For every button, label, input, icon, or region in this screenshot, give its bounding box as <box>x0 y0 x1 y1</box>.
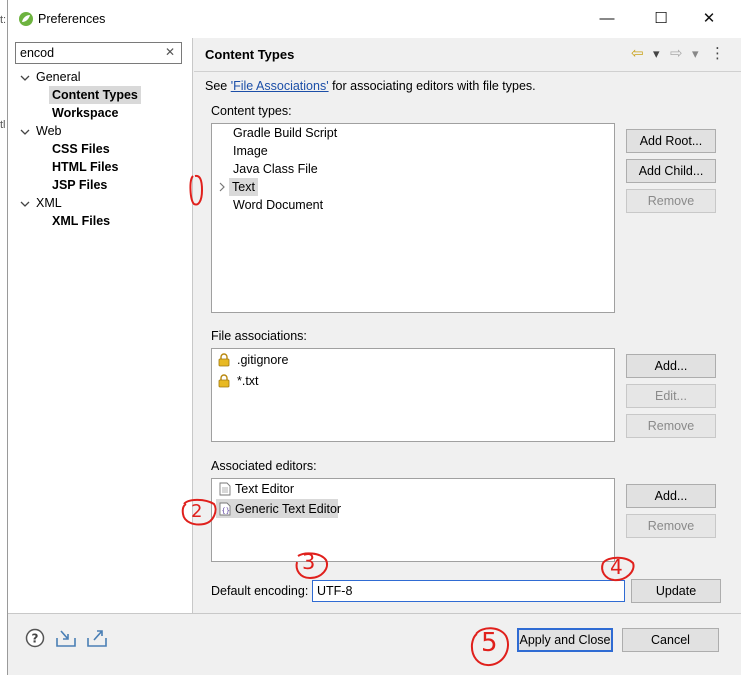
edit-association-button[interactable]: Edit... <box>626 384 716 408</box>
chevron-right-icon[interactable] <box>219 182 225 192</box>
default-encoding-label: Default encoding: <box>211 584 309 598</box>
preference-tree-pane: encod ✕ General Content Types Workspace … <box>8 38 193 613</box>
help-icon[interactable]: ? <box>25 628 45 648</box>
content-types-tree[interactable]: Gradle Build Script Image Java Class Fil… <box>211 123 615 313</box>
add-association-button[interactable]: Add... <box>626 354 716 378</box>
background-window-fragment: t: <box>0 14 7 26</box>
list-item[interactable]: .gitignore <box>237 351 288 369</box>
export-icon[interactable] <box>86 628 108 648</box>
background-window-fragment: tl <box>0 119 6 131</box>
clear-filter-icon[interactable]: ✕ <box>165 45 175 59</box>
view-menu-icon[interactable]: ⋮ <box>710 44 725 62</box>
description-suffix: for associating editors with file types. <box>328 79 536 93</box>
annotation-mark-3: 3 <box>302 550 316 574</box>
forward-arrow-icon[interactable]: ⇨ <box>670 44 683 62</box>
remove-association-button[interactable]: Remove <box>626 414 716 438</box>
apply-and-close-button[interactable]: Apply and Close <box>517 628 613 652</box>
page-description: See 'File Associations' for associating … <box>205 79 536 93</box>
list-item[interactable]: Image <box>233 142 268 160</box>
list-item[interactable]: *.txt <box>237 372 259 390</box>
spring-leaf-icon <box>19 12 33 26</box>
tree-item-web[interactable]: Web <box>36 122 61 140</box>
update-button[interactable]: Update <box>631 579 721 603</box>
remove-content-type-button[interactable]: Remove <box>626 189 716 213</box>
list-item-selected[interactable]: Text <box>229 178 258 196</box>
title-bar[interactable]: Preferences — ☐ ✕ <box>8 0 741 38</box>
chevron-down-icon[interactable] <box>20 200 30 208</box>
header-divider <box>194 71 741 72</box>
list-item[interactable]: Word Document <box>233 196 323 214</box>
tree-item-general[interactable]: General <box>36 68 80 86</box>
lock-icon <box>218 374 230 388</box>
add-root-button[interactable]: Add Root... <box>626 129 716 153</box>
chevron-down-icon[interactable] <box>20 128 30 136</box>
back-arrow-icon[interactable]: ⇦ <box>631 44 644 62</box>
file-associations-list[interactable]: .gitignore *.txt <box>211 348 615 442</box>
window-title: Preferences <box>38 12 106 26</box>
tree-item-html-files[interactable]: HTML Files <box>52 158 118 176</box>
annotation-mark-4: 4 <box>610 555 623 579</box>
close-button[interactable]: ✕ <box>694 8 724 30</box>
associated-editors-list[interactable]: Text Editor {} Generic Text Editor <box>211 478 615 562</box>
preferences-dialog: Preferences — ☐ ✕ encod ✕ General Conten… <box>7 0 741 675</box>
description-prefix: See <box>205 79 231 93</box>
forward-history-menu-icon[interactable]: ▾ <box>692 46 699 62</box>
tree-item-xml[interactable]: XML <box>36 194 62 212</box>
list-item-selected[interactable]: Generic Text Editor <box>235 500 341 518</box>
associated-editors-label: Associated editors: <box>211 459 317 473</box>
annotation-mark-5: 5 <box>481 628 498 658</box>
add-editor-button[interactable]: Add... <box>626 484 716 508</box>
tree-item-jsp-files[interactable]: JSP Files <box>52 176 107 194</box>
text-file-icon <box>219 482 231 496</box>
annotation-mark-2: 2 <box>191 501 203 522</box>
default-encoding-input[interactable]: UTF-8 <box>312 580 625 602</box>
import-icon[interactable] <box>55 628 77 648</box>
filter-input[interactable]: encod <box>15 42 182 64</box>
list-item[interactable]: Java Class File <box>233 160 318 178</box>
svg-text:{}: {} <box>222 507 230 515</box>
remove-editor-button[interactable]: Remove <box>626 514 716 538</box>
file-associations-label: File associations: <box>211 329 307 343</box>
list-item[interactable]: Text Editor <box>235 480 294 498</box>
svg-text:?: ? <box>32 632 39 646</box>
tree-item-xml-files[interactable]: XML Files <box>52 212 110 230</box>
cancel-button[interactable]: Cancel <box>622 628 719 652</box>
tree-item-workspace[interactable]: Workspace <box>52 104 118 122</box>
list-item[interactable]: Gradle Build Script <box>233 124 337 142</box>
add-child-button[interactable]: Add Child... <box>626 159 716 183</box>
minimize-button[interactable]: — <box>592 8 622 30</box>
tree-item-content-types[interactable]: Content Types <box>49 86 141 104</box>
footer-divider <box>8 613 741 614</box>
tree-item-css-files[interactable]: CSS Files <box>52 140 110 158</box>
content-types-label: Content types: <box>211 104 292 118</box>
file-associations-link[interactable]: 'File Associations' <box>231 79 329 93</box>
maximize-button[interactable]: ☐ <box>646 8 676 30</box>
lock-icon <box>218 353 230 367</box>
chevron-down-icon[interactable] <box>20 74 30 82</box>
generic-editor-icon: {} <box>219 502 231 516</box>
page-title: Content Types <box>205 47 295 62</box>
back-history-menu-icon[interactable]: ▾ <box>653 46 660 62</box>
